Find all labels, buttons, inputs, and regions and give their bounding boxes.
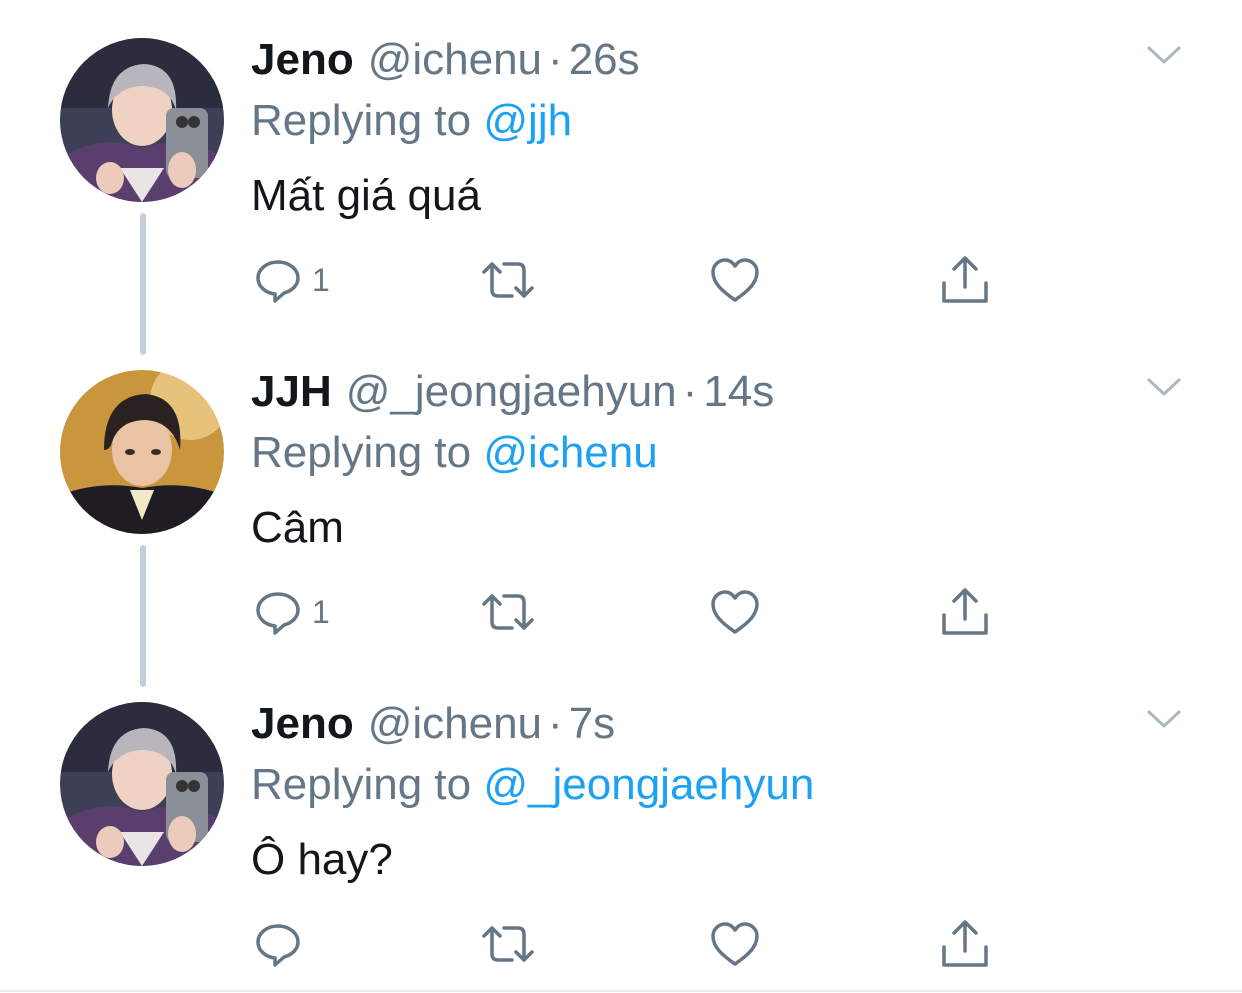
reply-icon (256, 924, 300, 967)
share-button[interactable] (940, 252, 990, 308)
tweet[interactable]: JJH @_jeongjaehyun · 14s Replying to @ic… (0, 332, 1242, 687)
tweet-text: Ô hay? (251, 835, 393, 884)
timestamp[interactable]: 14s (703, 367, 774, 417)
user-handle[interactable]: @_jeongjaehyun (346, 367, 677, 417)
chevron-down-icon[interactable] (1146, 44, 1182, 66)
share-icon (942, 256, 988, 303)
retweet-icon (482, 926, 534, 962)
timestamp[interactable]: 26s (569, 35, 640, 85)
display-name[interactable]: Jeno (251, 35, 354, 85)
tweet-actions: 1 (0, 252, 1242, 308)
avatar[interactable] (60, 702, 224, 866)
tweet-header: JJH @_jeongjaehyun · 14s (251, 367, 774, 417)
timestamp[interactable]: 7s (569, 699, 615, 749)
tweet-text: Mất giá quá (251, 171, 481, 220)
retweet-button[interactable] (480, 252, 536, 308)
display-name[interactable]: JJH (251, 367, 332, 417)
replying-to-label: Replying to (251, 96, 472, 145)
replying-to-label: Replying to (251, 760, 472, 809)
reply-icon (256, 592, 300, 635)
retweet-button[interactable] (480, 584, 536, 640)
avatar[interactable] (60, 370, 224, 534)
like-button[interactable] (710, 584, 760, 640)
share-button[interactable] (940, 916, 990, 972)
reply-count: 1 (312, 593, 330, 630)
avatar[interactable] (60, 38, 224, 202)
separator-dot: · (548, 35, 563, 84)
heart-icon (711, 590, 759, 634)
user-handle[interactable]: @ichenu (368, 35, 542, 85)
share-icon (942, 920, 988, 967)
tweet-actions: 1 (0, 584, 1242, 640)
reply-button[interactable] (254, 916, 312, 972)
heart-icon (711, 258, 759, 302)
reply-count: 1 (312, 261, 330, 298)
replying-to-label: Replying to (251, 428, 472, 477)
user-handle[interactable]: @ichenu (368, 699, 542, 749)
share-icon (942, 588, 988, 635)
like-button[interactable] (710, 916, 760, 972)
tweet-actions (0, 916, 1242, 972)
like-button[interactable] (710, 252, 760, 308)
retweet-button[interactable] (480, 916, 536, 972)
tweet-header: Jeno @ichenu · 26s (251, 35, 640, 85)
mention-link[interactable]: @_jeongjaehyun (483, 760, 814, 809)
reply-button[interactable]: 1 (254, 252, 330, 308)
heart-icon (711, 922, 759, 966)
share-button[interactable] (940, 584, 990, 640)
replying-to: Replying to @ichenu (251, 428, 658, 478)
reply-icon (256, 260, 300, 303)
chevron-down-icon[interactable] (1146, 376, 1182, 398)
separator-dot: · (548, 699, 563, 748)
display-name[interactable]: Jeno (251, 699, 354, 749)
replying-to: Replying to @_jeongjaehyun (251, 760, 814, 810)
separator-dot: · (682, 367, 698, 416)
tweet-header: Jeno @ichenu · 7s (251, 699, 615, 749)
chevron-down-icon[interactable] (1146, 708, 1182, 730)
reply-button[interactable]: 1 (254, 584, 330, 640)
divider (0, 990, 1242, 992)
tweet-text: Câm (251, 503, 344, 552)
replying-to: Replying to @jjh (251, 96, 572, 146)
tweet[interactable]: Jeno @ichenu · 7s Replying to @_jeongjae… (0, 664, 1242, 993)
retweet-icon (482, 262, 534, 298)
mention-link[interactable]: @ichenu (483, 428, 657, 477)
tweet[interactable]: Jeno @ichenu · 26s Replying to @jjh Mất … (0, 0, 1242, 355)
conversation-thread: Jeno @ichenu · 26s Replying to @jjh Mất … (0, 0, 1242, 993)
retweet-icon (482, 594, 534, 630)
mention-link[interactable]: @jjh (483, 96, 572, 145)
